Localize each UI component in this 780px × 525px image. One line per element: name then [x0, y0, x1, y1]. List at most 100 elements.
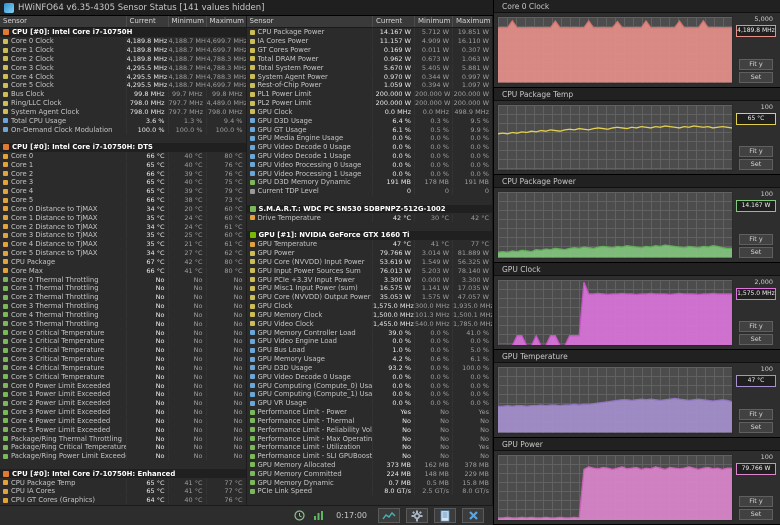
sensor-row[interactable]: Core 1 Distance to TjMAX 35 °C 24 °C 60 °C [0, 213, 246, 222]
sensor-row[interactable]: Rest-of-Chip Power 1.059 W 0.394 W 1.097 W [247, 81, 493, 90]
sensor-row[interactable]: Package/Ring Critical Temperature No No No [0, 443, 246, 452]
sensor-row[interactable]: Total DRAM Power 0.962 W 0.673 W 1.063 W [247, 54, 493, 63]
graph-plot[interactable] [497, 453, 733, 521]
sensor-row[interactable]: Core 5 Critical Temperature No No No [0, 372, 246, 381]
set-button[interactable]: Set [739, 159, 773, 170]
sensor-row[interactable]: Performance Limit - Reliability VoltageN… [247, 425, 493, 434]
sensor-row[interactable]: Core 3 65 °C 40 °C 75 °C [0, 178, 246, 187]
sensor-row[interactable]: Core 4 Thermal Throttling No No No [0, 310, 246, 320]
show-graphs-button[interactable] [378, 508, 400, 523]
sensor-row[interactable]: Core 4 Clock 4,295.5 MHz 4,188.7 MHz 4,788.… [0, 72, 246, 81]
sensor-row[interactable]: CPU IA Cores 65 °C 41 °C 77 °C [0, 487, 246, 496]
sensor-row[interactable]: GPU D3D Memory Dynamic 191 MB 178 MB 191 MB [247, 178, 493, 187]
graph-plot[interactable] [497, 103, 733, 171]
sensor-row[interactable]: CPU Package 67 °C 42 °C 80 °C [0, 257, 246, 267]
reset-clock-icon[interactable] [293, 509, 306, 522]
sensor-row[interactable]: Core 5 Clock 4,295.5 MHz 4,188.7 MHz 4,699.… [0, 81, 246, 90]
sensor-row[interactable]: GPU GT Usage 6.1 % 0.5 % 9.9 % [247, 125, 493, 134]
sensor-row[interactable]: Core 4 65 °C 39 °C 79 °C [0, 187, 246, 196]
fit-y-button[interactable]: Fit y [739, 233, 773, 245]
graph-plot[interactable] [497, 278, 733, 346]
sensor-row[interactable]: Core 1 Thermal Throttling No No No [0, 284, 246, 293]
sensor-row[interactable]: Core 2 Power Limit Exceeded No No No [0, 399, 246, 408]
graph-window-titlebar[interactable]: GPU Temperature [494, 350, 780, 363]
graph-plot[interactable] [497, 366, 733, 434]
column-header-sensor[interactable]: Sensor [0, 16, 126, 27]
sensor-row[interactable]: Core 5 Distance to TjMAX 34 °C 27 °C 62 °C [0, 249, 246, 258]
sensor-row[interactable]: GPU Computing (Compute_1) Usage 0.0 % 0.0 … [247, 390, 493, 399]
titlebar[interactable]: HWiNFO64 v6.35-4305 Sensor Status [141 v… [0, 0, 493, 16]
sensor-row[interactable]: Core Max 66 °C 41 °C 80 °C [0, 266, 246, 275]
section-header-row[interactable]: GPU [#1]: NVIDIA GeForce GTX 1660 Ti [246, 231, 492, 240]
set-button[interactable]: Set [739, 421, 773, 433]
sensor-row[interactable]: GPU Memory Usage 4.2 % 0.6 % 6.1 % [247, 355, 493, 364]
sensor-row[interactable]: GPU VR Usage 0.0 % 0.0 % 0.0 % [247, 399, 493, 408]
sensor-row[interactable]: System Agent Clock 798.0 MHz 797.7 MHz 798.… [0, 107, 246, 116]
sensor-row[interactable]: Performance Limit - Utilization No No Yes [247, 443, 493, 452]
column-header-current[interactable]: Current [372, 16, 414, 27]
sensor-row[interactable]: GPU Core (NVVDD) Input Power 53.619 W 1.54… [247, 257, 493, 267]
graph-window-titlebar[interactable]: CPU Package Power [494, 175, 780, 188]
column-header-maximum[interactable]: Maximum [452, 16, 492, 27]
sensor-row[interactable]: Package/Ring Power Limit Exceeded No No No [0, 452, 246, 461]
sensor-row[interactable]: GPU Temperature 47 °C 41 °C 77 °C [247, 240, 493, 249]
column-header-maximum[interactable]: Maximum [205, 16, 246, 27]
fit-y-button[interactable]: Fit y [739, 321, 773, 332]
sensor-row[interactable]: On-Demand Clock Modulation 100.0 % 100.0 %… [0, 125, 246, 134]
sensor-row[interactable]: GPU Video Clock 1,455.0 MHz 540.0 MHz 1,785… [247, 319, 492, 328]
sensor-row[interactable]: PL2 Power Limit 200.000 W 200.000 W 200.000… [247, 99, 493, 108]
sensor-row[interactable]: Core 0 66 °C 40 °C 80 °C [0, 152, 246, 161]
sensor-row[interactable]: GPU Memory Allocated 373 MB 162 MB 378 MB [247, 460, 493, 470]
sensor-row[interactable]: GPU Power 79.766 W 3.014 W 81.889 W [247, 249, 493, 258]
sensor-row[interactable]: Core 4 Distance to TjMAX 35 °C 21 °C 61 °C [0, 240, 246, 249]
sensor-row[interactable]: CPU Package Power 14.167 W 5.712 W 19.851 W [247, 28, 493, 37]
sensor-row[interactable]: Core 1 Clock 4,189.8 MHz 4,188.7 MHz 4,699.… [0, 46, 246, 55]
graph-plot[interactable] [497, 191, 733, 259]
sensor-row[interactable]: Performance Limit - Power Yes No Yes [247, 408, 493, 417]
sensor-row[interactable]: Core 2 Distance to TjMAX 34 °C 24 °C 61 °C [0, 222, 246, 231]
sensor-row[interactable]: GPU Bus Load 1.0 % 0.0 % 5.0 % [247, 346, 493, 355]
sensor-row[interactable]: Performance Limit - Thermal No No No [247, 416, 493, 425]
sensor-row[interactable]: Core 1 65 °C 40 °C 76 °C [0, 160, 246, 169]
sensor-row[interactable]: CPU Package Temp 65 °C 41 °C 77 °C [0, 478, 246, 487]
sensor-row[interactable]: Core 2 66 °C 39 °C 76 °C [0, 169, 246, 178]
sensor-row[interactable]: Core 2 Clock 4,189.8 MHz 4,188.7 MHz 4,788.… [0, 54, 246, 63]
sensor-row[interactable]: Total System Power 5.670 W 5.405 W 5.881 W [247, 63, 493, 72]
graph-log-icon[interactable] [312, 509, 325, 522]
sensor-row[interactable]: GPU D3D Usage 93.2 % 0.0 % 100.0 % [247, 363, 493, 372]
graph-window-titlebar[interactable]: Core 0 Clock [494, 0, 780, 13]
sensor-row[interactable]: Core 2 Thermal Throttling No No No [0, 293, 246, 302]
fit-y-button[interactable]: Fit y [739, 408, 773, 420]
sensor-row[interactable]: Core 3 Thermal Throttling No No No [0, 302, 246, 311]
section-header-row[interactable]: S.M.A.R.T.: WDC PC SN530 SDBPNPZ-512G-10… [246, 204, 492, 214]
report-button[interactable] [434, 508, 456, 523]
sensor-row[interactable]: GPU Memory Committed 224 MB 148 MB 229 MB [247, 469, 493, 478]
sensor-row[interactable]: Core 3 Critical Temperature No No No [0, 355, 246, 364]
sensor-row[interactable]: Core 3 Distance to TjMAX 35 °C 25 °C 60 °C [0, 231, 246, 240]
sensor-row[interactable]: GPU Input Power Sources Sum 76.013 W 5.203… [247, 266, 493, 275]
fit-y-button[interactable]: Fit y [739, 58, 773, 70]
close-button[interactable] [462, 508, 484, 523]
fit-y-button[interactable]: Fit y [739, 146, 773, 157]
sensor-row[interactable]: Package/Ring Thermal Throttling No No No [0, 434, 246, 443]
sensor-row[interactable]: GPU Memory Dynamic 0.7 MB 0.5 MB 15.8 MB [247, 478, 493, 487]
sensor-row[interactable]: PL1 Power Limit 200.000 W 200.000 W 200.000… [247, 90, 493, 99]
sensor-row[interactable]: Core 5 Thermal Throttling No No No [0, 319, 246, 328]
column-header-current[interactable]: Current [125, 16, 168, 27]
section-header-row[interactable]: CPU [#0]: Intel Core i7-10750H: Enhanced [0, 469, 246, 479]
sensor-row[interactable]: Bus Clock 99.8 MHz 99.7 MHz 99.8 MHz [0, 90, 246, 99]
sensor-row[interactable]: Performance Limit - SLI GPUBoost SyncNoN… [247, 452, 493, 461]
sensor-row[interactable]: Core 5 66 °C 38 °C 73 °C [0, 196, 246, 205]
set-button[interactable]: Set [739, 71, 773, 83]
sensor-row[interactable]: GPU Computing (Compute_0) Usage 0.0 % 0.0 … [247, 381, 493, 390]
section-header-row[interactable]: CPU [#0]: Intel Core i7-10750H [0, 28, 246, 37]
sensor-row[interactable]: GT Cores Power 0.169 W 0.011 W 0.307 W [247, 46, 493, 55]
fit-y-button[interactable]: Fit y [739, 496, 773, 507]
graph-window-titlebar[interactable]: GPU Clock [494, 262, 780, 276]
sensor-row[interactable]: GPU Video Processing 1 Usage 0.0 % 0.0 % 0.… [247, 169, 493, 178]
sensor-row[interactable]: Core 0 Distance to TjMAX 34 °C 20 °C 60 °C [0, 204, 246, 214]
sensor-row[interactable]: Performance Limit - Max Operating Voltag… [247, 434, 493, 443]
sensor-row[interactable]: Core 0 Critical Temperature No No No [0, 328, 246, 337]
sensor-row[interactable]: System Agent Power 0.970 W 0.344 W 0.997 W [247, 72, 493, 81]
set-button[interactable]: Set [739, 334, 773, 345]
